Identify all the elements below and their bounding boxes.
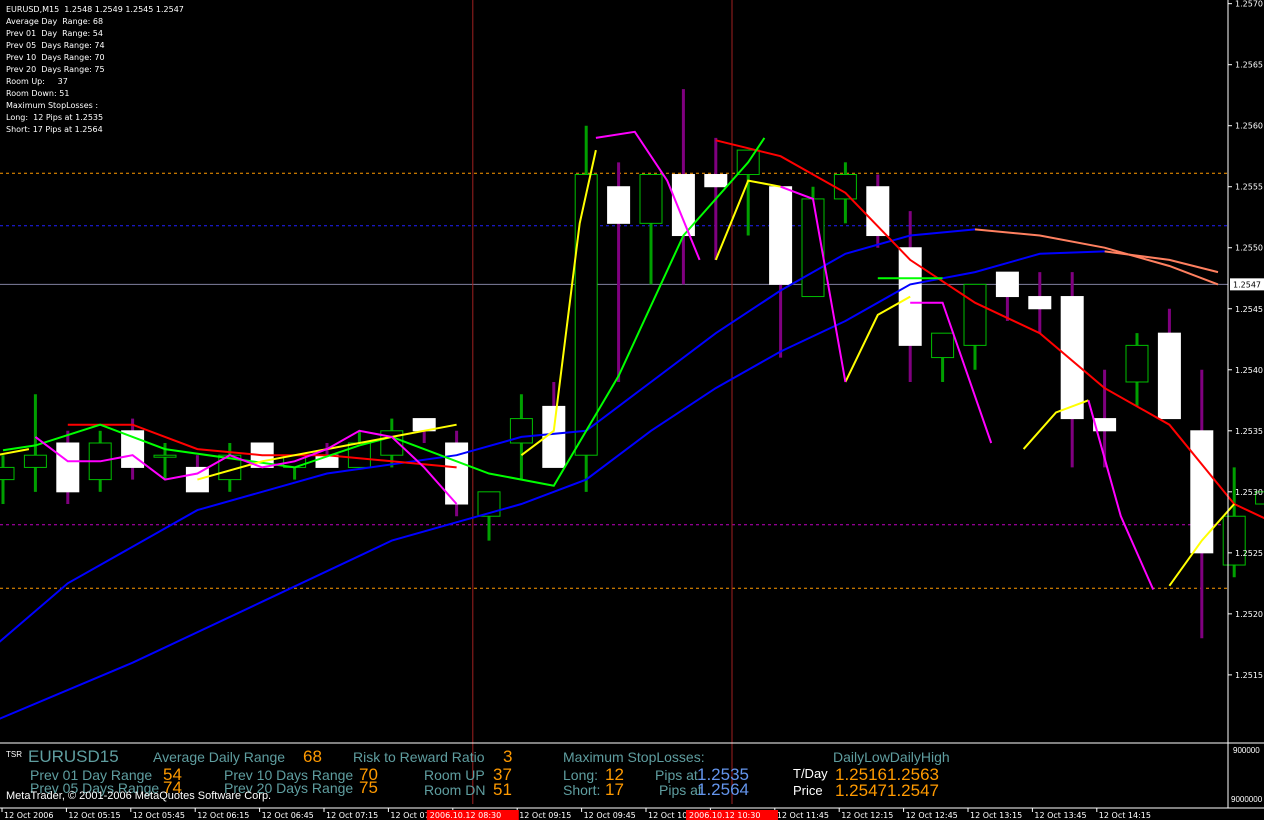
info-line-prev10: Prev 10 Days Range: 70 — [6, 53, 105, 62]
prev01-value: 54 — [163, 765, 182, 784]
info-line-room-down: Room Down: 51 — [6, 89, 70, 98]
room-dn-value: 51 — [493, 780, 512, 799]
copyright-text: MetaTrader, © 2001-2006 MetaQuotes Softw… — [6, 790, 272, 802]
x-tick-label-17: 12 Oct 14:15 — [1099, 811, 1151, 820]
price-chart: 1.2570 1.2565 1.2560 1.2555 1.2550 1.2545 1.25… — [0, 0, 1264, 820]
indicator-title: EURUSD15 — [28, 747, 119, 766]
candle-body-32 — [1028, 296, 1052, 310]
risk-reward-label: Risk to Reward Ratio — [353, 749, 485, 765]
info-line-max-stoplosses: Maximum StopLosses : — [6, 101, 99, 110]
x-tick-label-15: 12 Oct 13:15 — [970, 811, 1022, 820]
series-line-5 — [715, 139, 1264, 520]
series-line-3 — [1104, 250, 1219, 274]
info-line-room-up: Room Up: 37 — [6, 77, 68, 86]
y-tick-label-7: 1.2535 — [1235, 427, 1263, 436]
y-tick-label-5: 1.2545 — [1235, 305, 1263, 314]
info-line-short: Short: 17 Pips at 1.2564 — [6, 125, 103, 134]
candle-body-22 — [704, 174, 728, 188]
info-line-long: Long: 12 Pips at 1.2535 — [6, 113, 104, 122]
price-label: Price — [793, 783, 823, 798]
average-daily-range-label: Average Daily Range — [153, 749, 286, 765]
current-price-label: 1.2547 — [1233, 280, 1261, 289]
x-tick-label-8: 12 Oct 09:15 — [519, 811, 571, 820]
room-up-label: Room UP — [424, 767, 485, 783]
prev10-value: 70 — [359, 765, 378, 784]
x-tick-label-2: 12 Oct 05:45 — [133, 811, 185, 820]
candle-body-19 — [607, 186, 631, 224]
x-tick-label-13: 12 Oct 12:15 — [841, 811, 893, 820]
candle-body-1 — [23, 454, 47, 468]
info-line-average-day-range: Average Day Range: 68 — [6, 17, 104, 26]
y-tick-label-0: 1.2570 — [1235, 0, 1263, 9]
tday-label: T/Day — [793, 766, 828, 781]
price-value: 1.25471.2547 — [835, 781, 939, 800]
sub-axis-bottom-value: 9000000 — [1231, 795, 1263, 804]
max-stoplosses-label: Maximum StopLosses: — [563, 749, 705, 765]
candle-body-27 — [866, 186, 890, 237]
x-tick-label-0: 12 Oct 2006 — [4, 811, 53, 820]
risk-reward-value: 3 — [503, 747, 513, 766]
y-tick-label-6: 1.2540 — [1235, 366, 1263, 375]
highlight-time-label-0: 2006.10.12 08:30 — [430, 811, 501, 820]
x-tick-label-5: 12 Oct 07:15 — [326, 811, 378, 820]
short-label: Short: — [563, 782, 601, 798]
chart-info-panel: EURUSD,M15 1.2548 1.2549 1.2545 1.2547 A… — [6, 4, 184, 136]
candle-body-18 — [574, 174, 598, 456]
x-tick-label-4: 12 Oct 06:45 — [262, 811, 314, 820]
long-pips-at-label: Pips at — [655, 767, 698, 783]
prev10-label: Prev 10 Days Range — [224, 767, 354, 783]
x-tick-label-9: 12 Oct 09:45 — [584, 811, 636, 820]
candle-body-37 — [1190, 430, 1214, 554]
candle-body-30 — [963, 283, 987, 346]
candle-body-2 — [56, 442, 80, 493]
y-tick-label-2: 1.2560 — [1235, 122, 1263, 131]
short-pips-at-label: Pips at — [659, 782, 702, 798]
candle-body-24 — [769, 186, 793, 285]
long-label: Long: — [563, 767, 599, 783]
candle-body-33 — [1060, 296, 1084, 420]
candle-body-29 — [931, 332, 955, 359]
candle-body-35 — [1125, 344, 1149, 383]
indicator-subwindow: TSR EURUSD15 Average Daily Range 68 Risk… — [0, 744, 1228, 804]
room-dn-label: Room DN — [424, 782, 486, 798]
y-tick-label-10: 1.2520 — [1235, 610, 1263, 619]
candle-body-20 — [639, 174, 663, 224]
candle-body-28 — [898, 247, 922, 346]
x-tick-label-16: 12 Oct 13:45 — [1034, 811, 1086, 820]
info-line-prev20: Prev 20 Days Range: 75 — [6, 65, 105, 74]
daily-low-high-label: DailyLowDailyHigh — [833, 749, 950, 765]
y-tick-label-9: 1.2525 — [1235, 549, 1263, 558]
symbol-line: EURUSD,M15 1.2548 1.2549 1.2545 1.2547 — [6, 5, 184, 14]
candle-body-6 — [185, 466, 209, 493]
y-tick-label-3: 1.2555 — [1235, 183, 1263, 192]
short-price-value: 1.2564 — [697, 780, 749, 799]
sub-axis-top-value: 900000 — [1233, 746, 1260, 755]
x-tick-label-1: 12 Oct 05:15 — [68, 811, 120, 820]
candle-body-36 — [1157, 332, 1181, 420]
candle-body-31 — [995, 271, 1019, 298]
tsr-label: TSR — [6, 750, 22, 759]
candle-body-26 — [833, 174, 857, 200]
y-tick-label-11: 1.2515 — [1235, 671, 1263, 680]
x-tick-label-14: 12 Oct 12:45 — [906, 811, 958, 820]
y-tick-label-4: 1.2550 — [1235, 244, 1263, 253]
x-tick-label-12: 12 Oct 11:45 — [777, 811, 829, 820]
y-tick-label-8: 1.2530 — [1235, 488, 1263, 497]
candle-body-11 — [347, 442, 371, 468]
info-line-prev01: Prev 01 Day Range: 54 — [6, 29, 103, 38]
x-tick-label-3: 12 Oct 06:15 — [197, 811, 249, 820]
prev01-label: Prev 01 Day Range — [30, 767, 153, 783]
average-daily-range-value: 68 — [303, 747, 322, 766]
candle-body-5 — [153, 454, 177, 458]
candle-body-0 — [0, 466, 15, 481]
highlight-time-label-1: 2006.10.12 10:30 — [689, 811, 760, 820]
short-value: 17 — [605, 780, 624, 799]
info-line-prev05: Prev 05 Days Range: 74 — [6, 41, 105, 50]
y-tick-label-1: 1.2565 — [1235, 61, 1263, 70]
